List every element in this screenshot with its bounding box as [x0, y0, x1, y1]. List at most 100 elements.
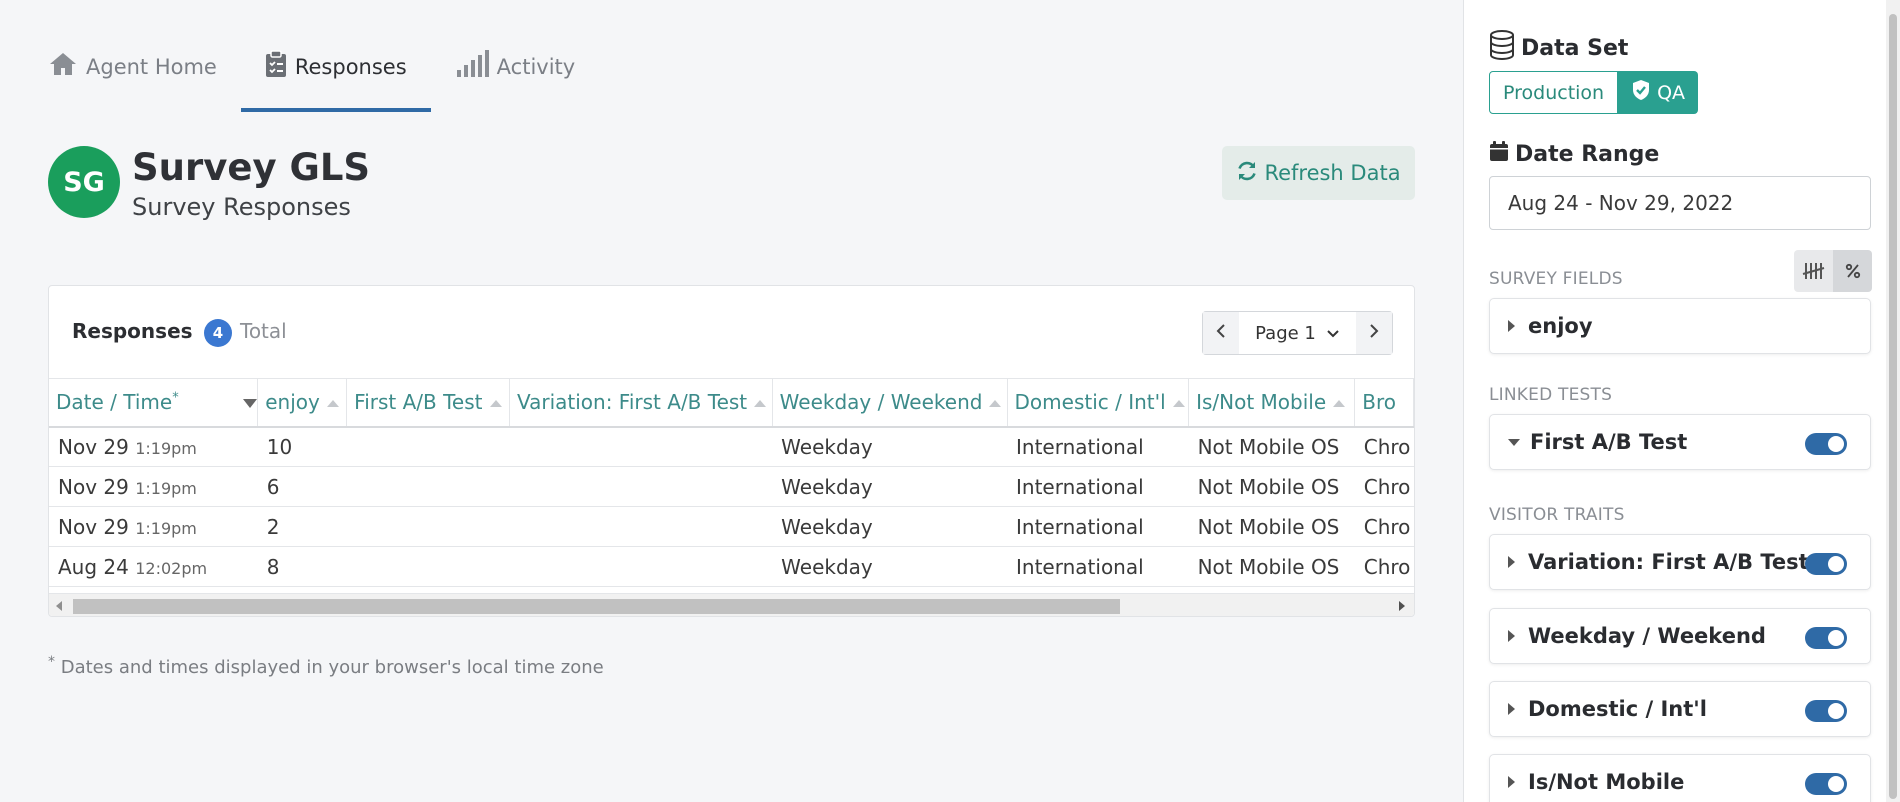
cell-domestic: International: [1007, 466, 1189, 507]
tab-activity[interactable]: Activity: [431, 44, 600, 89]
percent-icon[interactable]: [1833, 250, 1872, 292]
page-select[interactable]: Page 1: [1239, 312, 1356, 354]
column-header-variation[interactable]: Variation: First A/B Test: [509, 378, 773, 428]
table-row[interactable]: Nov 29 1:19pm 6 Weekday International No…: [49, 466, 1414, 507]
tab-label: Agent Home: [86, 54, 217, 79]
cell-date: Nov 29 1:19pm: [49, 506, 258, 547]
tab-agent-home[interactable]: Agent Home: [48, 44, 241, 89]
sidebar-scrollbar[interactable]: [1886, 0, 1900, 802]
refresh-label: Refresh Data: [1264, 161, 1401, 185]
cell-date: Aug 24 12:02pm: [49, 546, 258, 587]
linked-test-toggle[interactable]: [1805, 433, 1847, 455]
responses-card: Responses 4 Total Page 1 Date / Time* en…: [48, 285, 1415, 617]
next-page-button[interactable]: [1356, 312, 1392, 354]
trait-mobile[interactable]: Is/Not Mobile: [1489, 754, 1871, 802]
cell-variation: [509, 506, 773, 547]
linked-test-first-ab[interactable]: First A/B Test: [1489, 414, 1871, 470]
count-badge: 4: [204, 319, 232, 347]
pager: Page 1: [1202, 311, 1393, 355]
trait-weekday[interactable]: Weekday / Weekend: [1489, 608, 1871, 664]
trait-toggle[interactable]: [1805, 553, 1847, 575]
sort-icon: [489, 400, 502, 408]
cell-domestic: International: [1007, 546, 1189, 587]
survey-field-enjoy[interactable]: enjoy: [1489, 298, 1871, 354]
cell-weekday: Weekday: [772, 506, 1008, 547]
scrollbar-thumb[interactable]: [73, 599, 1120, 614]
data-set-toggle: Production QA: [1489, 71, 1699, 114]
column-header-first-ab-test[interactable]: First A/B Test: [346, 378, 510, 428]
cell-enjoy: 2: [257, 506, 347, 547]
shield-check-icon: [1631, 79, 1651, 106]
cell-date: Nov 29 1:19pm: [49, 466, 258, 507]
date-range-input[interactable]: Aug 24 - Nov 29, 2022: [1489, 176, 1871, 230]
prev-page-button[interactable]: [1203, 312, 1239, 354]
cell-date: Nov 29 1:19pm: [49, 426, 258, 467]
cell-weekday: Weekday: [772, 466, 1008, 507]
cell-weekday: Weekday: [772, 426, 1008, 467]
data-set-qa-option[interactable]: QA: [1618, 71, 1699, 114]
cell-first-ab-test: [346, 546, 510, 587]
responses-title: Responses: [72, 319, 193, 343]
data-set-production-option[interactable]: Production: [1489, 71, 1619, 114]
cell-first-ab-test: [346, 506, 510, 547]
cell-first-ab-test: [346, 426, 510, 467]
clipboard-icon: [265, 50, 295, 83]
date-range-heading: Date Range: [1489, 140, 1659, 168]
scroll-right-icon[interactable]: [1399, 601, 1405, 611]
horizontal-scrollbar[interactable]: [49, 593, 1414, 616]
cell-enjoy: 8: [257, 546, 347, 587]
footnote-marker: *: [48, 654, 55, 670]
page-title: Survey GLS: [132, 146, 371, 189]
sort-icon: [1333, 400, 1346, 408]
cell-browser: Chro: [1354, 466, 1414, 507]
table-row[interactable]: Nov 29 1:19pm 2 Weekday International No…: [49, 506, 1414, 547]
caret-right-icon: [1508, 703, 1515, 715]
column-header-date-time[interactable]: Date / Time*: [49, 378, 259, 428]
date-footnote-marker: *: [172, 390, 179, 406]
refresh-icon: [1236, 160, 1264, 187]
cell-mobile: Not Mobile OS: [1188, 466, 1355, 507]
column-header-weekday[interactable]: Weekday / Weekend: [772, 378, 1008, 428]
survey-fields-label: SURVEY FIELDS: [1489, 269, 1623, 289]
caret-right-icon: [1508, 776, 1515, 788]
trait-toggle[interactable]: [1805, 700, 1847, 722]
column-header-browser[interactable]: Bro: [1354, 378, 1414, 428]
visitor-traits-label: VISITOR TRAITS: [1489, 505, 1625, 525]
nav-tabs: Agent Home Responses Activity: [48, 44, 599, 112]
table-row[interactable]: Nov 29 1:19pm 10 Weekday International N…: [49, 426, 1414, 467]
cell-variation: [509, 546, 773, 587]
cell-browser: Chro: [1354, 506, 1414, 547]
column-header-enjoy[interactable]: enjoy: [257, 378, 348, 428]
refresh-data-button[interactable]: Refresh Data: [1222, 146, 1415, 200]
sidebar-scrollbar-thumb[interactable]: [1889, 14, 1897, 799]
cell-mobile: Not Mobile OS: [1188, 546, 1355, 587]
signal-bars-icon: [455, 50, 497, 83]
column-header-domestic[interactable]: Domestic / Int'l: [1007, 378, 1190, 428]
scroll-left-icon[interactable]: [56, 601, 62, 611]
cell-browser: Chro: [1354, 426, 1414, 467]
table-row[interactable]: Aug 24 12:02pm 8 Weekday International N…: [49, 546, 1414, 587]
trait-domestic[interactable]: Domestic / Int'l: [1489, 681, 1871, 737]
trait-toggle[interactable]: [1805, 773, 1847, 795]
cell-mobile: Not Mobile OS: [1188, 426, 1355, 467]
sort-icon: [326, 400, 339, 408]
database-icon: [1489, 30, 1515, 66]
sort-desc-icon: [242, 399, 257, 409]
cell-variation: [509, 466, 773, 507]
main-content: Agent Home Responses Activity SG Survey …: [0, 0, 1463, 802]
trait-toggle[interactable]: [1805, 627, 1847, 649]
home-icon: [48, 51, 86, 82]
cell-weekday: Weekday: [772, 546, 1008, 587]
chevron-down-icon: [1326, 323, 1340, 344]
tab-responses[interactable]: Responses: [240, 44, 431, 112]
cell-domestic: International: [1007, 426, 1189, 467]
avatar: SG: [48, 146, 120, 218]
timezone-footnote: * Dates and times displayed in your brow…: [48, 654, 604, 678]
page-subtitle: Survey Responses: [132, 193, 351, 221]
cell-enjoy: 10: [257, 426, 347, 467]
trait-variation[interactable]: Variation: First A/B Test: [1489, 534, 1871, 590]
tally-count-icon[interactable]: [1794, 250, 1833, 292]
footnote-text: Dates and times displayed in your browse…: [60, 657, 604, 678]
column-header-mobile[interactable]: Is/Not Mobile: [1188, 378, 1356, 428]
caret-down-icon: [1508, 438, 1520, 446]
